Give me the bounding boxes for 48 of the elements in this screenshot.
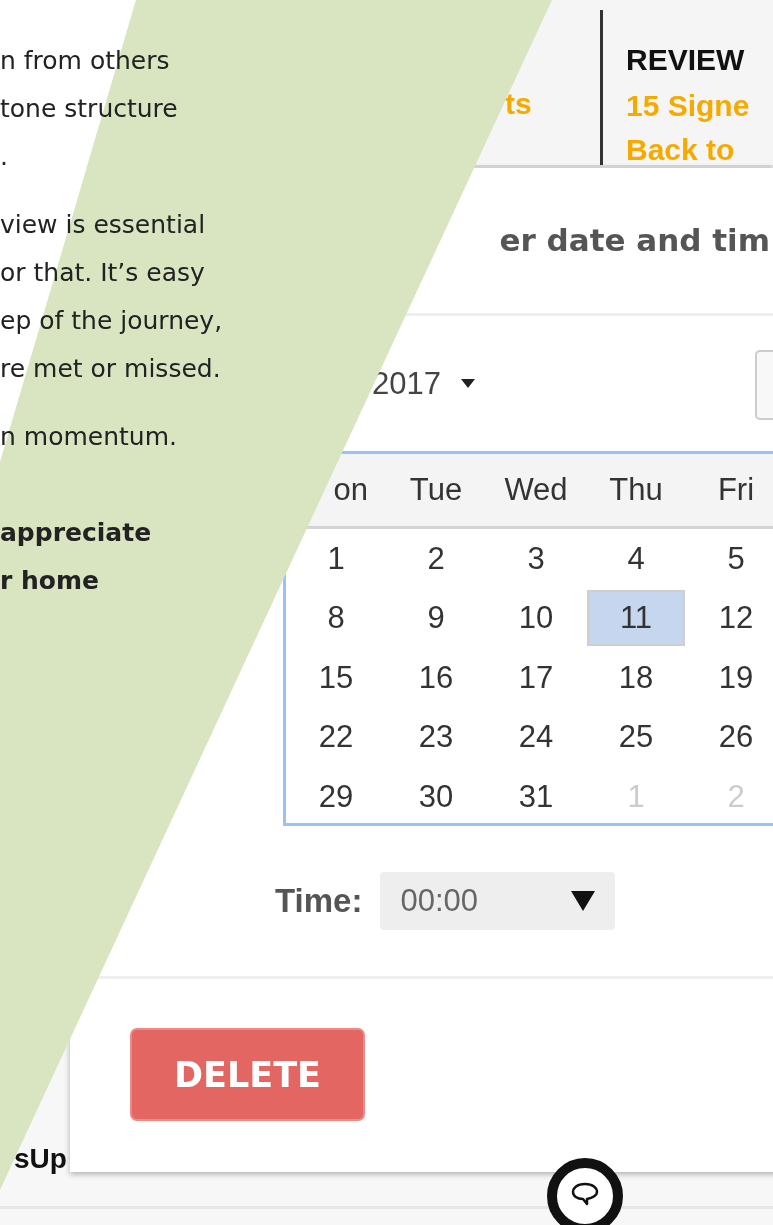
article-text-line: n momentum. (0, 421, 178, 453)
speech-bubble-icon (571, 1182, 599, 1206)
calendar-day[interactable]: 4 (627, 530, 645, 587)
calendar-day[interactable]: 16 (418, 649, 454, 706)
article-text-line: . (0, 141, 9, 173)
calendar-day[interactable]: 24 (518, 709, 554, 766)
dropdown-arrow-icon (571, 891, 596, 911)
article-text-line: n from others (0, 45, 171, 77)
weekday-label: on (332, 472, 369, 508)
weekday-label: Thu (608, 472, 664, 508)
calendar-day[interactable]: 25 (618, 709, 654, 766)
year-select[interactable]: 2017 (372, 365, 441, 402)
article-text-line: ep of the journey, (0, 305, 223, 337)
calendar-day[interactable]: 26 (718, 709, 754, 766)
weekday-label: Fri (716, 472, 756, 508)
calendar-day[interactable]: 19 (718, 649, 754, 706)
calendar-day[interactable]: 15 (318, 649, 354, 706)
article-text-line: or that. It’s easy (0, 257, 206, 289)
weekday-label: Tue (408, 472, 464, 508)
weekday-label: Wed (503, 472, 569, 508)
calendar-day[interactable]: 22 (318, 709, 354, 766)
article-text-line: view is essential (0, 209, 207, 241)
calendar-day[interactable]: 5 (727, 530, 745, 587)
review-heading: REVIEW (626, 42, 746, 78)
calendar-day[interactable]: 10 (518, 590, 554, 647)
calendar-day[interactable]: 30 (418, 768, 454, 825)
calendar-day[interactable]: 11 (587, 590, 685, 647)
calendar-day[interactable]: 1 (327, 530, 345, 587)
chat-button[interactable] (547, 1158, 623, 1225)
calendar-day[interactable]: 18 (618, 649, 654, 706)
time-label: Time: (275, 882, 363, 920)
calendar-day[interactable]: 2 (427, 530, 445, 587)
dialog-title: er date and tim (499, 221, 770, 258)
calendar-day[interactable]: 23 (418, 709, 454, 766)
calendar-day[interactable]: 8 (327, 590, 345, 647)
calendar-day[interactable]: 9 (427, 590, 445, 647)
calendar-day[interactable]: 17 (518, 649, 554, 706)
calendar-day[interactable]: 29 (318, 768, 354, 825)
calendar-day[interactable]: 31 (518, 768, 554, 825)
text-fragment: sUp (14, 1143, 67, 1175)
article-text-line: re met or missed. (0, 353, 222, 385)
calendar-day[interactable]: 12 (718, 590, 754, 647)
article-text-line: r home (0, 565, 100, 597)
article-text-line: appreciate (0, 517, 153, 549)
article-text-line: tone structure (0, 93, 179, 125)
time-select[interactable]: 00:00 (380, 872, 616, 930)
calendar-day[interactable]: 3 (527, 530, 545, 587)
caret-icon (460, 379, 475, 388)
